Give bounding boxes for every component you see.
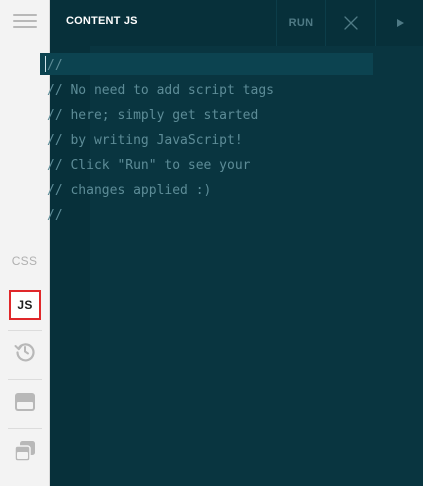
editor-header: CONTENT JS RUN <box>50 0 423 46</box>
close-button[interactable] <box>325 0 375 46</box>
sidebar-divider <box>8 379 42 380</box>
app-root: CSS JS CONTENT JS RUN // // No need to a… <box>0 0 423 486</box>
play-arrow-icon <box>397 19 404 27</box>
close-icon <box>344 16 358 30</box>
sidebar-item-panel[interactable] <box>0 392 49 422</box>
more-button[interactable] <box>375 0 423 46</box>
code-line: // here; simply get started <box>47 108 259 123</box>
history-icon <box>14 343 35 362</box>
sidebar-item-label: JS <box>17 298 33 312</box>
run-button-label: RUN <box>288 17 314 29</box>
code-line: // <box>47 208 63 223</box>
code-editor[interactable]: // // No need to add script tags // here… <box>47 53 274 228</box>
code-line: // <box>47 58 63 73</box>
run-button[interactable]: RUN <box>276 0 325 46</box>
sidebar-item-label: CSS <box>11 254 38 268</box>
text-cursor <box>45 56 46 72</box>
code-line: // by writing JavaScript! <box>47 133 243 148</box>
panel-icon <box>14 393 35 411</box>
hamburger-menu-icon[interactable] <box>13 12 37 30</box>
sidebar-item-history[interactable] <box>0 340 49 370</box>
copy-windows-icon <box>13 441 35 462</box>
sidebar-item-js[interactable]: JS <box>9 290 41 320</box>
editor-title: CONTENT JS <box>66 15 138 27</box>
sidebar-divider <box>8 330 42 331</box>
sidebar-item-css[interactable]: CSS <box>0 251 49 271</box>
code-line: // No need to add script tags <box>47 83 274 98</box>
code-line: // changes applied :) <box>47 183 212 198</box>
sidebar-item-windows[interactable] <box>0 440 49 470</box>
sidebar-divider <box>8 428 42 429</box>
code-line: // Click "Run" to see your <box>47 158 251 173</box>
